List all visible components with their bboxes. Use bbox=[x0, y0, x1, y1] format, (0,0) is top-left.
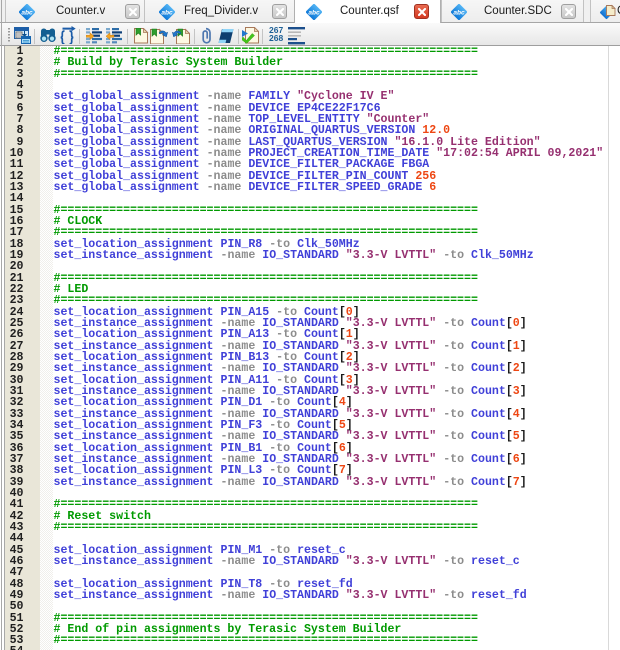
svg-text:268: 268 bbox=[269, 33, 283, 42]
